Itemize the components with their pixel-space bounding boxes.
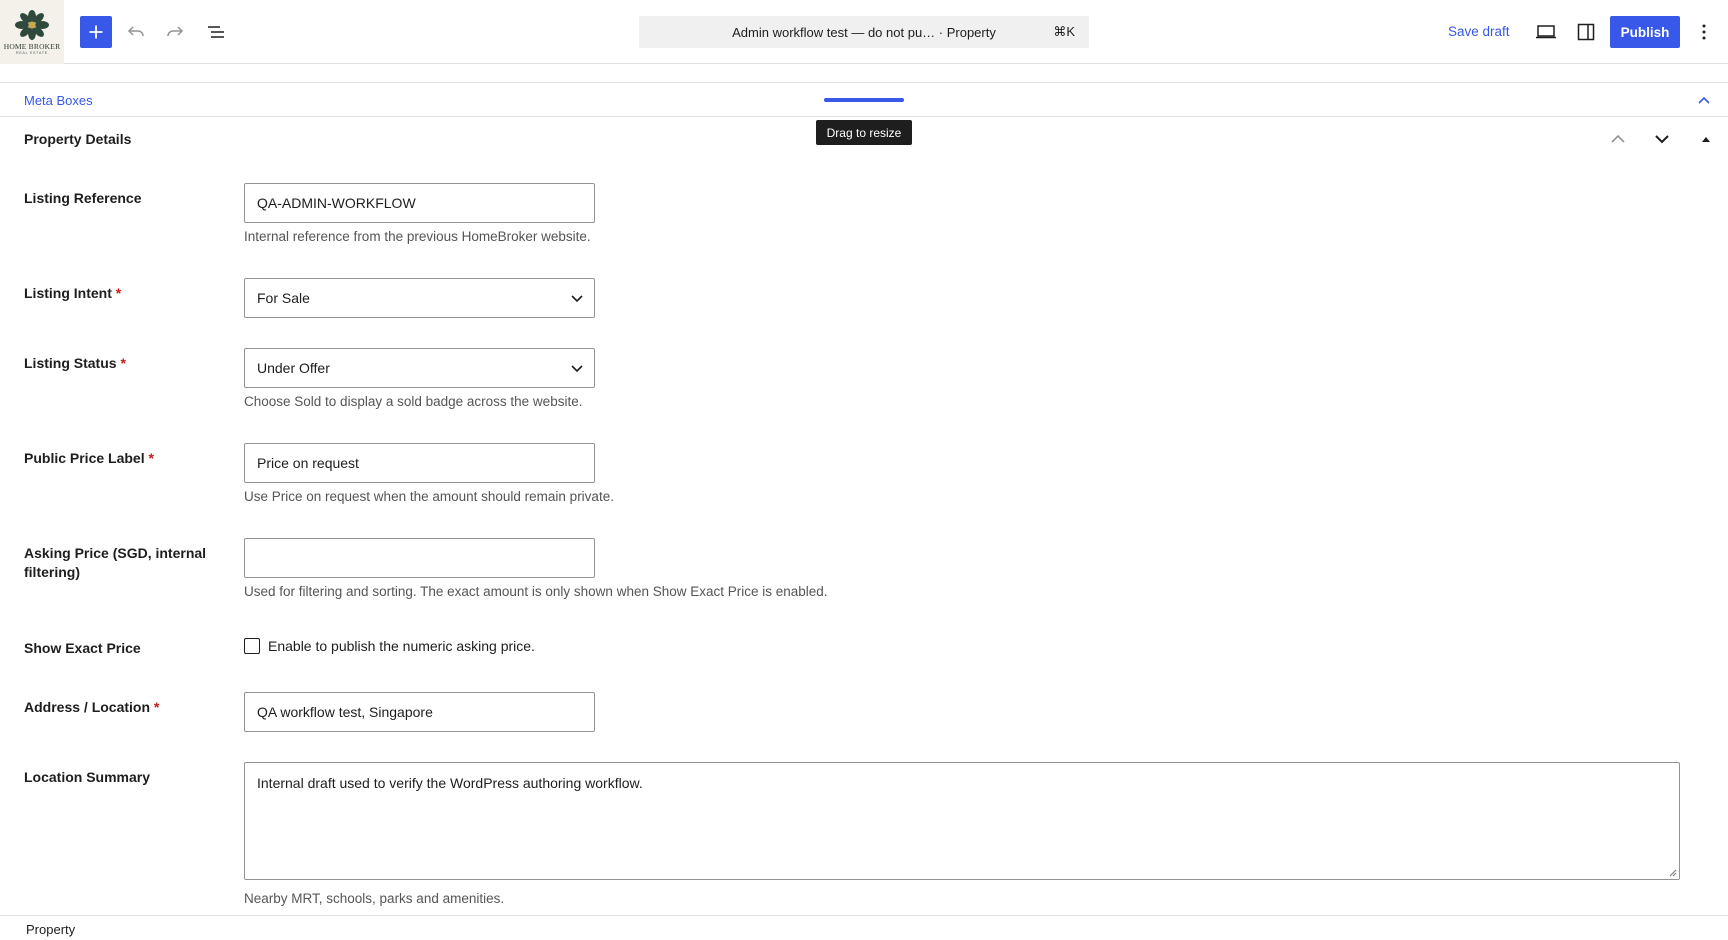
listing-intent-select[interactable]: For Sale: [244, 278, 595, 318]
required-asterisk: *: [120, 355, 126, 371]
show-exact-price-label: Show Exact Price: [24, 640, 141, 656]
chevron-down-icon: [571, 295, 583, 303]
chevron-up-icon: [1611, 134, 1625, 143]
required-asterisk: *: [148, 450, 154, 466]
options-icon: [1702, 24, 1706, 40]
editor-header: HOME BROKER REAL ESTATE Admin workflow t…: [0, 0, 1728, 64]
listing-intent-value: For Sale: [257, 290, 310, 306]
move-up-button[interactable]: [1606, 127, 1630, 151]
required-asterisk: *: [153, 699, 160, 715]
public-price-label-input[interactable]: Price on request: [244, 443, 595, 483]
listing-reference-help: Internal reference from the previous Hom…: [244, 229, 591, 244]
listing-reference-input[interactable]: QA-ADMIN-WORKFLOW: [244, 183, 595, 223]
public-price-label-text: Public Price Label: [24, 450, 145, 466]
plus-icon: [89, 25, 103, 39]
address-input[interactable]: QA workflow test, Singapore: [244, 692, 595, 732]
listing-status-select[interactable]: Under Offer: [244, 348, 595, 388]
asking-price-help: Used for filtering and sorting. The exac…: [244, 584, 828, 599]
listing-status-label-text: Listing Status: [24, 355, 117, 371]
asking-price-input[interactable]: [244, 538, 595, 578]
logo-text: HOME BROKER: [3, 41, 61, 51]
breadcrumb-property[interactable]: Property: [26, 922, 75, 937]
site-logo[interactable]: HOME BROKER REAL ESTATE: [0, 0, 64, 64]
panel-toggle-button[interactable]: [1694, 127, 1718, 151]
command-shortcut: ⌘K: [1053, 24, 1075, 39]
editor-canvas-strip: [0, 64, 1728, 83]
document-overview-button[interactable]: [200, 16, 232, 48]
show-exact-price-checkbox-label[interactable]: Enable to publish the numeric asking pri…: [268, 638, 535, 654]
sidebar-toggle-icon: [1577, 23, 1595, 41]
caret-up-icon: [1702, 137, 1710, 142]
required-asterisk: *: [115, 285, 122, 301]
listing-intent-label: Listing Intent *: [24, 284, 224, 303]
resize-grip-icon[interactable]: [1667, 867, 1677, 877]
chevron-down-icon: [1655, 135, 1669, 144]
settings-sidebar-button[interactable]: [1570, 16, 1602, 48]
document-title[interactable]: Admin workflow test — do not pu… · Prope…: [639, 25, 1089, 40]
editor-footer: Property: [0, 915, 1728, 940]
flower-logo-icon: [15, 9, 49, 40]
listing-intent-label-text: Listing Intent: [24, 285, 112, 301]
desktop-preview-icon: [1536, 25, 1556, 39]
show-exact-price-control[interactable]: Enable to publish the numeric asking pri…: [244, 638, 535, 654]
undo-button[interactable]: [120, 16, 152, 48]
asking-price-label: Asking Price (SGD, internal filtering): [24, 545, 207, 580]
meta-boxes-toggle[interactable]: Meta Boxes: [24, 93, 93, 108]
listing-status-value: Under Offer: [257, 360, 330, 376]
location-summary-value: Internal draft used to verify the WordPr…: [257, 775, 643, 791]
public-price-label-label: Public Price Label *: [24, 449, 224, 468]
listing-reference-label: Listing Reference: [24, 190, 142, 206]
command-palette-bar[interactable]: Admin workflow test — do not pu… · Prope…: [639, 16, 1089, 48]
publish-button[interactable]: Publish: [1610, 16, 1680, 48]
address-label-text: Address / Location: [24, 699, 151, 715]
location-summary-help: Nearby MRT, schools, parks and amenities…: [244, 891, 505, 906]
show-exact-price-checkbox[interactable]: [244, 638, 260, 654]
save-draft-button[interactable]: Save draft: [1440, 16, 1518, 48]
address-label: Address / Location *: [24, 698, 224, 717]
undo-icon: [127, 26, 144, 37]
public-price-label-help: Use Price on request when the amount sho…: [244, 489, 614, 504]
options-button[interactable]: [1688, 16, 1720, 48]
move-down-button[interactable]: [1650, 127, 1674, 151]
redo-icon: [167, 26, 184, 37]
listing-status-help: Choose Sold to display a sold badge acro…: [244, 394, 583, 409]
resize-tooltip: Drag to resize: [816, 120, 912, 145]
location-summary-label: Location Summary: [24, 769, 151, 785]
resize-handle[interactable]: [824, 98, 904, 102]
redo-button[interactable]: [159, 16, 191, 48]
panel-title[interactable]: Property Details: [24, 131, 131, 147]
chevron-down-icon: [571, 365, 583, 373]
list-view-icon: [208, 26, 224, 38]
chevron-up-icon: [1698, 96, 1710, 104]
add-block-button[interactable]: [80, 16, 112, 48]
meta-boxes-collapse-button[interactable]: [1692, 90, 1716, 110]
location-summary-textarea[interactable]: Internal draft used to verify the WordPr…: [244, 762, 1680, 880]
listing-status-label: Listing Status *: [24, 354, 224, 373]
logo-subtext: REAL ESTATE: [16, 50, 48, 55]
preview-button[interactable]: [1530, 16, 1562, 48]
